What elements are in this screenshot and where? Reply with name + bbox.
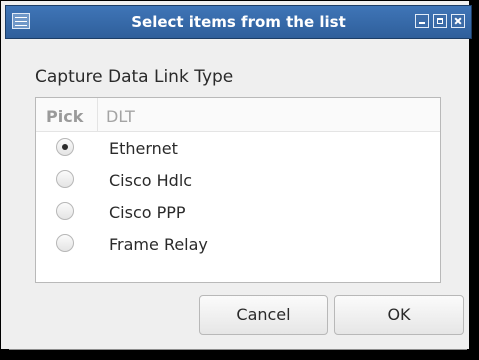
dlt-column-header: DLT — [106, 107, 135, 126]
dlt-list: Pick DLT Ethernet Cisco Hdlc Cisco PPP F… — [35, 97, 441, 283]
radio-unselected-icon[interactable] — [56, 170, 74, 188]
list-item-label: Frame Relay — [109, 235, 208, 254]
list-item-label: Cisco PPP — [109, 203, 186, 222]
window-shadow-right — [469, 1, 478, 359]
pick-column-header: Pick — [36, 98, 98, 132]
radio-selected-icon[interactable] — [56, 138, 74, 156]
list-item[interactable]: Cisco Hdlc — [36, 164, 440, 196]
window-shadow-bottom — [1, 349, 478, 359]
cancel-button[interactable]: Cancel — [199, 295, 328, 335]
close-icon[interactable] — [451, 14, 465, 28]
dialog-content: Capture Data Link Type Pick DLT Ethernet… — [5, 43, 464, 349]
dialog-window: Select items from the list Capture Data … — [0, 0, 479, 360]
radio-unselected-icon[interactable] — [56, 234, 74, 252]
list-item[interactable]: Cisco PPP — [36, 196, 440, 228]
ok-button[interactable]: OK — [334, 295, 464, 335]
list-item[interactable]: Ethernet — [36, 132, 440, 164]
minimize-icon[interactable] — [415, 14, 429, 28]
capture-heading: Capture Data Link Type — [35, 67, 234, 87]
bottom-divider — [9, 349, 467, 350]
maximize-icon[interactable] — [433, 14, 447, 28]
radio-unselected-icon[interactable] — [56, 202, 74, 220]
list-header: Pick DLT — [36, 98, 440, 132]
window-title: Select items from the list — [131, 13, 346, 31]
title-bar[interactable]: Select items from the list — [5, 5, 472, 39]
list-item-label: Cisco Hdlc — [109, 171, 193, 190]
list-item-label: Ethernet — [109, 139, 178, 158]
list-item[interactable]: Frame Relay — [36, 228, 440, 260]
